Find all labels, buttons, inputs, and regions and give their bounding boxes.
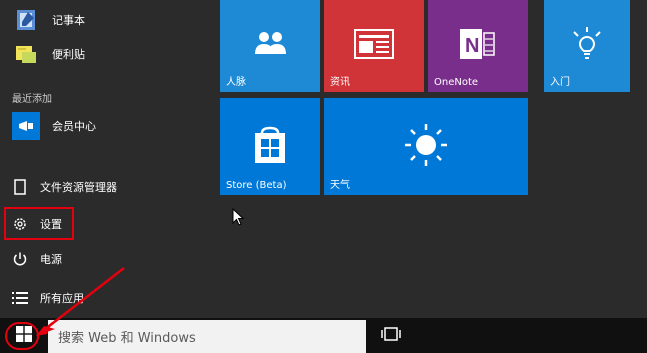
store-icon xyxy=(250,125,290,169)
list-icon xyxy=(12,290,28,306)
member-center-icon xyxy=(12,112,40,140)
app-notepad[interactable]: 记事本 xyxy=(0,2,205,38)
folder-icon xyxy=(12,179,28,195)
tile-people-label: 人脉 xyxy=(226,77,246,88)
tile-get-started[interactable]: 入门 xyxy=(544,0,630,92)
power-label: 电源 xyxy=(40,253,62,266)
app-sticky-notes-label: 便利贴 xyxy=(52,48,85,61)
tile-store[interactable]: Store (Beta) xyxy=(220,98,320,195)
sidebar-item-file-explorer[interactable]: 文件资源管理器 xyxy=(0,170,205,204)
lightbulb-icon xyxy=(569,26,605,66)
search-placeholder: 搜索 Web 和 Windows xyxy=(58,331,196,346)
tile-weather-label: 天气 xyxy=(330,180,350,191)
app-member-center-label: 会员中心 xyxy=(52,120,96,133)
tile-get-started-label: 入门 xyxy=(550,77,570,88)
search-input[interactable]: 搜索 Web 和 Windows xyxy=(48,320,366,353)
tile-onenote[interactable]: N OneNote xyxy=(428,0,528,92)
file-explorer-label: 文件资源管理器 xyxy=(40,181,117,194)
onenote-icon: N xyxy=(458,27,498,65)
all-apps-label: 所有应用 xyxy=(40,292,84,305)
start-menu: 记事本 便利贴 最近添加 会员中心 文件资源管理器 设置 电源 所有应用 人脉 … xyxy=(0,0,647,318)
start-button-highlight-annotation xyxy=(5,322,39,350)
news-icon xyxy=(354,29,394,63)
tile-onenote-label: OneNote xyxy=(434,77,479,88)
mouse-cursor-icon xyxy=(232,207,245,230)
recently-added-heading: 最近添加 xyxy=(12,94,52,105)
task-view-button[interactable] xyxy=(375,318,407,353)
sticky-notes-icon xyxy=(12,40,40,68)
sun-icon xyxy=(403,122,449,172)
settings-highlight-annotation xyxy=(4,207,74,240)
svg-text:N: N xyxy=(465,35,479,57)
taskbar: 搜索 Web 和 Windows xyxy=(0,318,647,353)
notepad-icon xyxy=(12,6,40,34)
task-view-icon xyxy=(381,326,401,346)
people-icon xyxy=(252,28,288,64)
power-icon xyxy=(12,251,28,267)
sidebar-item-power[interactable]: 电源 xyxy=(0,242,205,276)
tile-news[interactable]: 资讯 xyxy=(324,0,424,92)
tile-people[interactable]: 人脉 xyxy=(220,0,320,92)
app-sticky-notes[interactable]: 便利贴 xyxy=(0,36,205,72)
app-member-center[interactable]: 会员中心 xyxy=(0,108,205,144)
tile-weather[interactable]: 天气 xyxy=(324,98,528,195)
tile-store-label: Store (Beta) xyxy=(226,180,287,191)
tile-news-label: 资讯 xyxy=(330,77,350,88)
start-left-column: 记事本 便利贴 最近添加 会员中心 文件资源管理器 设置 电源 所有应用 xyxy=(0,0,205,318)
scrollbar-track[interactable] xyxy=(630,0,647,318)
sidebar-item-all-apps[interactable]: 所有应用 xyxy=(0,281,205,315)
app-notepad-label: 记事本 xyxy=(52,14,85,27)
